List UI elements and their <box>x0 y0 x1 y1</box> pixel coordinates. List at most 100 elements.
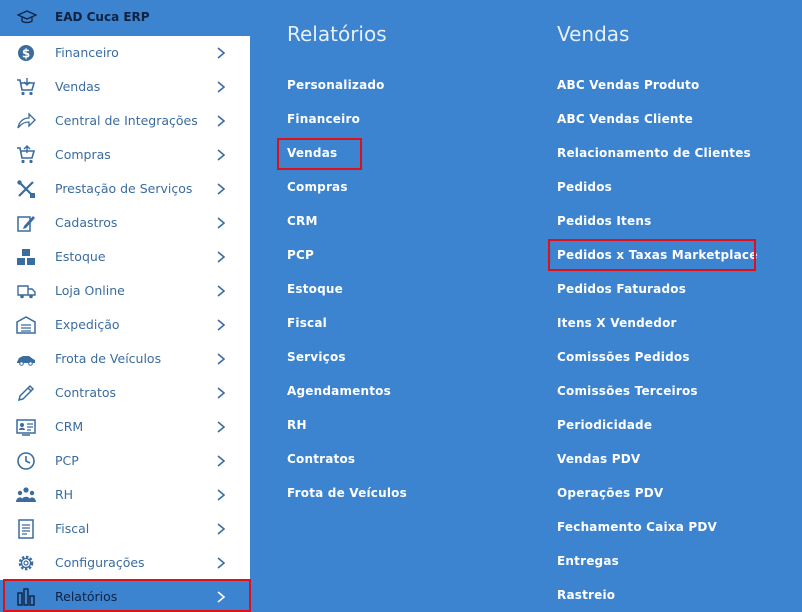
sidebar-item-vendas[interactable]: Vendas <box>0 70 250 104</box>
sidebar: EAD Cuca ERP $ Financeiro Vendas Central… <box>0 0 250 612</box>
sidebar-item-fiscal[interactable]: Fiscal <box>0 512 250 546</box>
sidebar-item-pcp[interactable]: PCP <box>0 444 250 478</box>
sales-link-pedidos[interactable]: Pedidos <box>557 180 612 194</box>
sales-link-relacionamento-clientes[interactable]: Relacionamento de Clientes <box>557 146 751 160</box>
pencil-icon <box>17 384 35 402</box>
sales-link-entregas[interactable]: Entregas <box>557 554 619 568</box>
sales-link-fechamento-caixa-pdv[interactable]: Fechamento Caixa PDV <box>557 520 717 534</box>
chevron-right-icon <box>217 217 226 229</box>
sidebar-item-cadastros[interactable]: Cadastros <box>0 206 250 240</box>
chevron-right-icon <box>217 81 226 93</box>
sales-link-periodicidade[interactable]: Periodicidade <box>557 418 652 432</box>
sidebar-item-configuracoes[interactable]: Configurações <box>0 546 250 580</box>
sidebar-item-label: Estoque <box>55 249 106 264</box>
chevron-right-icon <box>217 489 226 501</box>
sidebar-item-expedicao[interactable]: Expedição <box>0 308 250 342</box>
graduation-cap-icon <box>17 10 37 24</box>
report-link-agendamentos[interactable]: Agendamentos <box>287 384 391 398</box>
sidebar-item-label: RH <box>55 487 74 502</box>
sidebar-item-label: Loja Online <box>55 283 125 298</box>
sidebar-item-label: Contratos <box>55 385 117 400</box>
report-link-estoque[interactable]: Estoque <box>287 282 343 296</box>
sales-column-title: Vendas <box>557 22 630 46</box>
boxes-icon <box>17 249 35 265</box>
chevron-right-icon <box>217 523 226 535</box>
report-link-pcp[interactable]: PCP <box>287 248 314 262</box>
delivery-truck-icon <box>17 285 36 299</box>
sidebar-item-compras[interactable]: Compras <box>0 138 250 172</box>
sales-link-operacoes-pdv[interactable]: Operações PDV <box>557 486 663 500</box>
report-link-contratos[interactable]: Contratos <box>287 452 355 466</box>
users-icon <box>16 487 36 502</box>
report-link-compras[interactable]: Compras <box>287 180 348 194</box>
sidebar-item-label: Financeiro <box>55 45 119 60</box>
app-title: EAD Cuca ERP <box>55 10 150 24</box>
chevron-right-icon <box>217 149 226 161</box>
report-link-rh[interactable]: RH <box>287 418 307 432</box>
sidebar-item-label: Prestação de Serviços <box>55 181 193 196</box>
sidebar-item-label: Vendas <box>55 79 101 94</box>
sales-link-rastreio[interactable]: Rastreio <box>557 588 615 602</box>
chevron-right-icon <box>217 421 226 433</box>
report-link-fiscal[interactable]: Fiscal <box>287 316 327 330</box>
sales-link-comissoes-terceiros[interactable]: Comissões Terceiros <box>557 384 698 398</box>
sidebar-item-estoque[interactable]: Estoque <box>0 240 250 274</box>
sidebar-item-label: Fiscal <box>55 521 90 536</box>
sidebar-item-financeiro[interactable]: $ Financeiro <box>0 36 250 70</box>
sales-link-vendas-pdv[interactable]: Vendas PDV <box>557 452 640 466</box>
sales-link-itens-x-vendedor[interactable]: Itens X Vendedor <box>557 316 677 330</box>
sidebar-item-rh[interactable]: RH <box>0 478 250 512</box>
chevron-right-icon <box>217 455 226 467</box>
sidebar-item-loja-online[interactable]: Loja Online <box>0 274 250 308</box>
report-link-frota-veiculos[interactable]: Frota de Veículos <box>287 486 407 500</box>
chevron-right-icon <box>217 557 226 569</box>
sales-link-pedidos-faturados[interactable]: Pedidos Faturados <box>557 282 686 296</box>
chevron-right-icon <box>217 387 226 399</box>
id-card-icon <box>16 419 36 436</box>
sidebar-item-label: Relatórios <box>55 589 118 604</box>
report-link-financeiro[interactable]: Financeiro <box>287 112 360 126</box>
chevron-right-icon <box>217 591 226 603</box>
sidebar-item-label: CRM <box>55 419 84 434</box>
sidebar-item-label: PCP <box>55 453 79 468</box>
sidebar-item-frota-veiculos[interactable]: Frota de Veículos <box>0 342 250 376</box>
chevron-right-icon <box>217 285 226 297</box>
sidebar-item-crm[interactable]: CRM <box>0 410 250 444</box>
sidebar-item-label: Cadastros <box>55 215 118 230</box>
gear-icon <box>18 555 34 571</box>
chevron-right-icon <box>217 183 226 195</box>
sales-link-pedidos-taxas-marketplace[interactable]: Pedidos x Taxas Marketplace <box>557 248 758 262</box>
sales-link-abc-vendas-cliente[interactable]: ABC Vendas Cliente <box>557 112 693 126</box>
cart-icon <box>17 145 36 164</box>
document-icon <box>18 519 34 539</box>
reports-column-title: Relatórios <box>287 22 387 46</box>
sidebar-item-contratos[interactable]: Contratos <box>0 376 250 410</box>
tools-icon <box>17 180 35 198</box>
edit-icon <box>17 216 35 232</box>
sales-link-comissoes-pedidos[interactable]: Comissões Pedidos <box>557 350 690 364</box>
sidebar-item-label: Configurações <box>55 555 145 570</box>
sales-link-abc-vendas-produto[interactable]: ABC Vendas Produto <box>557 78 699 92</box>
report-link-vendas[interactable]: Vendas <box>287 146 337 160</box>
sidebar-item-label: Central de Integrações <box>55 113 198 128</box>
sidebar-header: EAD Cuca ERP <box>0 0 250 36</box>
dollar-circle-icon: $ <box>18 45 34 61</box>
sidebar-item-label: Frota de Veículos <box>55 351 162 366</box>
sales-link-pedidos-itens[interactable]: Pedidos Itens <box>557 214 651 228</box>
sidebar-item-central-integracoes[interactable]: Central de Integrações <box>0 104 250 138</box>
sidebar-item-prestacao-servicos[interactable]: Prestação de Serviços <box>0 172 250 206</box>
chevron-right-icon <box>217 251 226 263</box>
report-link-personalizado[interactable]: Personalizado <box>287 78 385 92</box>
chevron-right-icon <box>217 353 226 365</box>
report-link-servicos[interactable]: Serviços <box>287 350 346 364</box>
cart-icon <box>17 78 36 96</box>
svg-text:$: $ <box>22 47 30 61</box>
bar-chart-icon <box>17 588 35 606</box>
sidebar-item-relatorios[interactable]: Relatórios <box>0 580 250 612</box>
warehouse-icon <box>16 316 36 334</box>
report-link-crm[interactable]: CRM <box>287 214 318 228</box>
share-arrow-icon <box>17 112 36 129</box>
sidebar-item-label: Expedição <box>55 317 120 332</box>
chevron-right-icon <box>217 115 226 127</box>
chevron-right-icon <box>217 319 226 331</box>
